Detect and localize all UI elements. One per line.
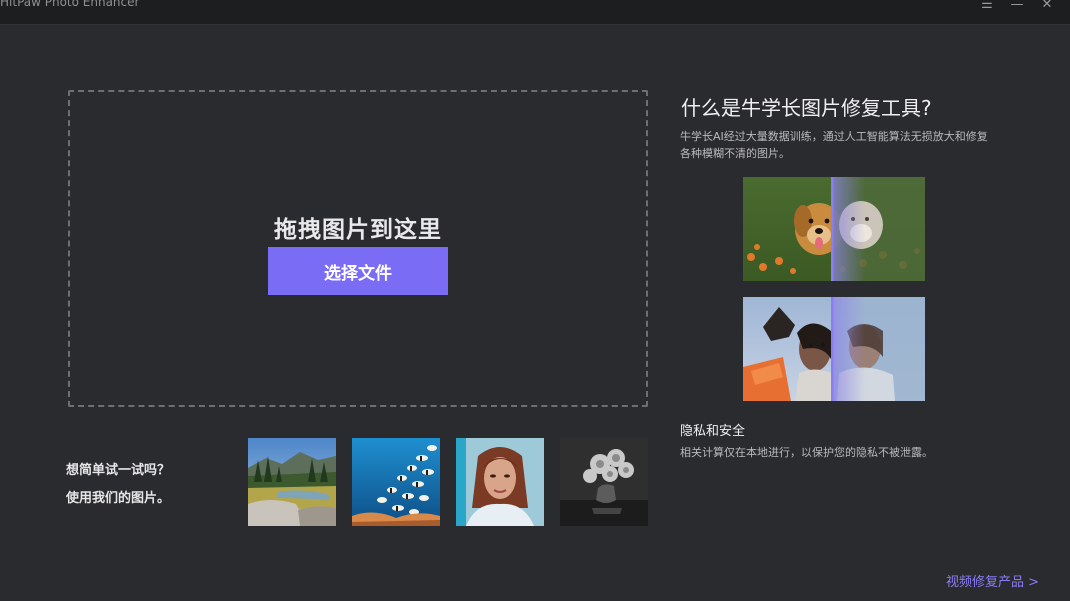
portrait-before-after-image [743, 297, 925, 401]
sample-prompt-line1: 想简单试一试吗？ [66, 463, 171, 478]
sample-prompt-line2: 使用我们的图片。 [66, 491, 171, 506]
portrait-compare-image [743, 297, 925, 401]
dog-compare-image [743, 177, 925, 281]
drop-title: 拖拽图片到这里 [274, 217, 442, 243]
title-bar: HitPaw Photo Enhancer ☰ — ✕ [0, 0, 1070, 24]
flower-bw-image [560, 438, 648, 526]
dog-before-after-image [743, 177, 925, 281]
main-panel: 拖拽图片到这里 选择文件 想简单试一试吗？ 使用我们的图片。 什么是牛学长图片修… [0, 24, 1070, 601]
info-title: 什么是牛学长图片修复工具? [681, 96, 932, 120]
portrait-image [456, 438, 544, 526]
flower-bw-sample[interactable] [560, 438, 648, 526]
select-file-button[interactable]: 选择文件 [268, 247, 448, 295]
drop-zone[interactable]: 拖拽图片到这里 选择文件 [68, 90, 648, 407]
landscape-sample[interactable] [248, 438, 336, 526]
sample-prompt: 想简单试一试吗？ 使用我们的图片。 [66, 457, 170, 513]
fish-image [352, 438, 440, 526]
close-icon[interactable]: ✕ [1037, 0, 1057, 12]
info-description: 牛学长AI经过大量数据训练，通过人工智能算法无损放大和修复各种模糊不清的图片。 [680, 130, 988, 160]
fish-sample[interactable] [352, 438, 440, 526]
hamburger-menu-icon[interactable]: ☰ [977, 0, 997, 12]
landscape-image [248, 438, 336, 526]
privacy-title: 隐私和安全 [680, 424, 746, 439]
privacy-description: 相关计算仅在本地进行，以保护您的隐私不被泄露。 [680, 446, 933, 459]
video-product-link[interactable]: 视频修复产品 > [946, 571, 1039, 590]
portrait-sample[interactable] [456, 438, 544, 526]
app-title: HitPaw Photo Enhancer [0, 0, 140, 9]
minimize-icon[interactable]: — [1007, 0, 1027, 12]
